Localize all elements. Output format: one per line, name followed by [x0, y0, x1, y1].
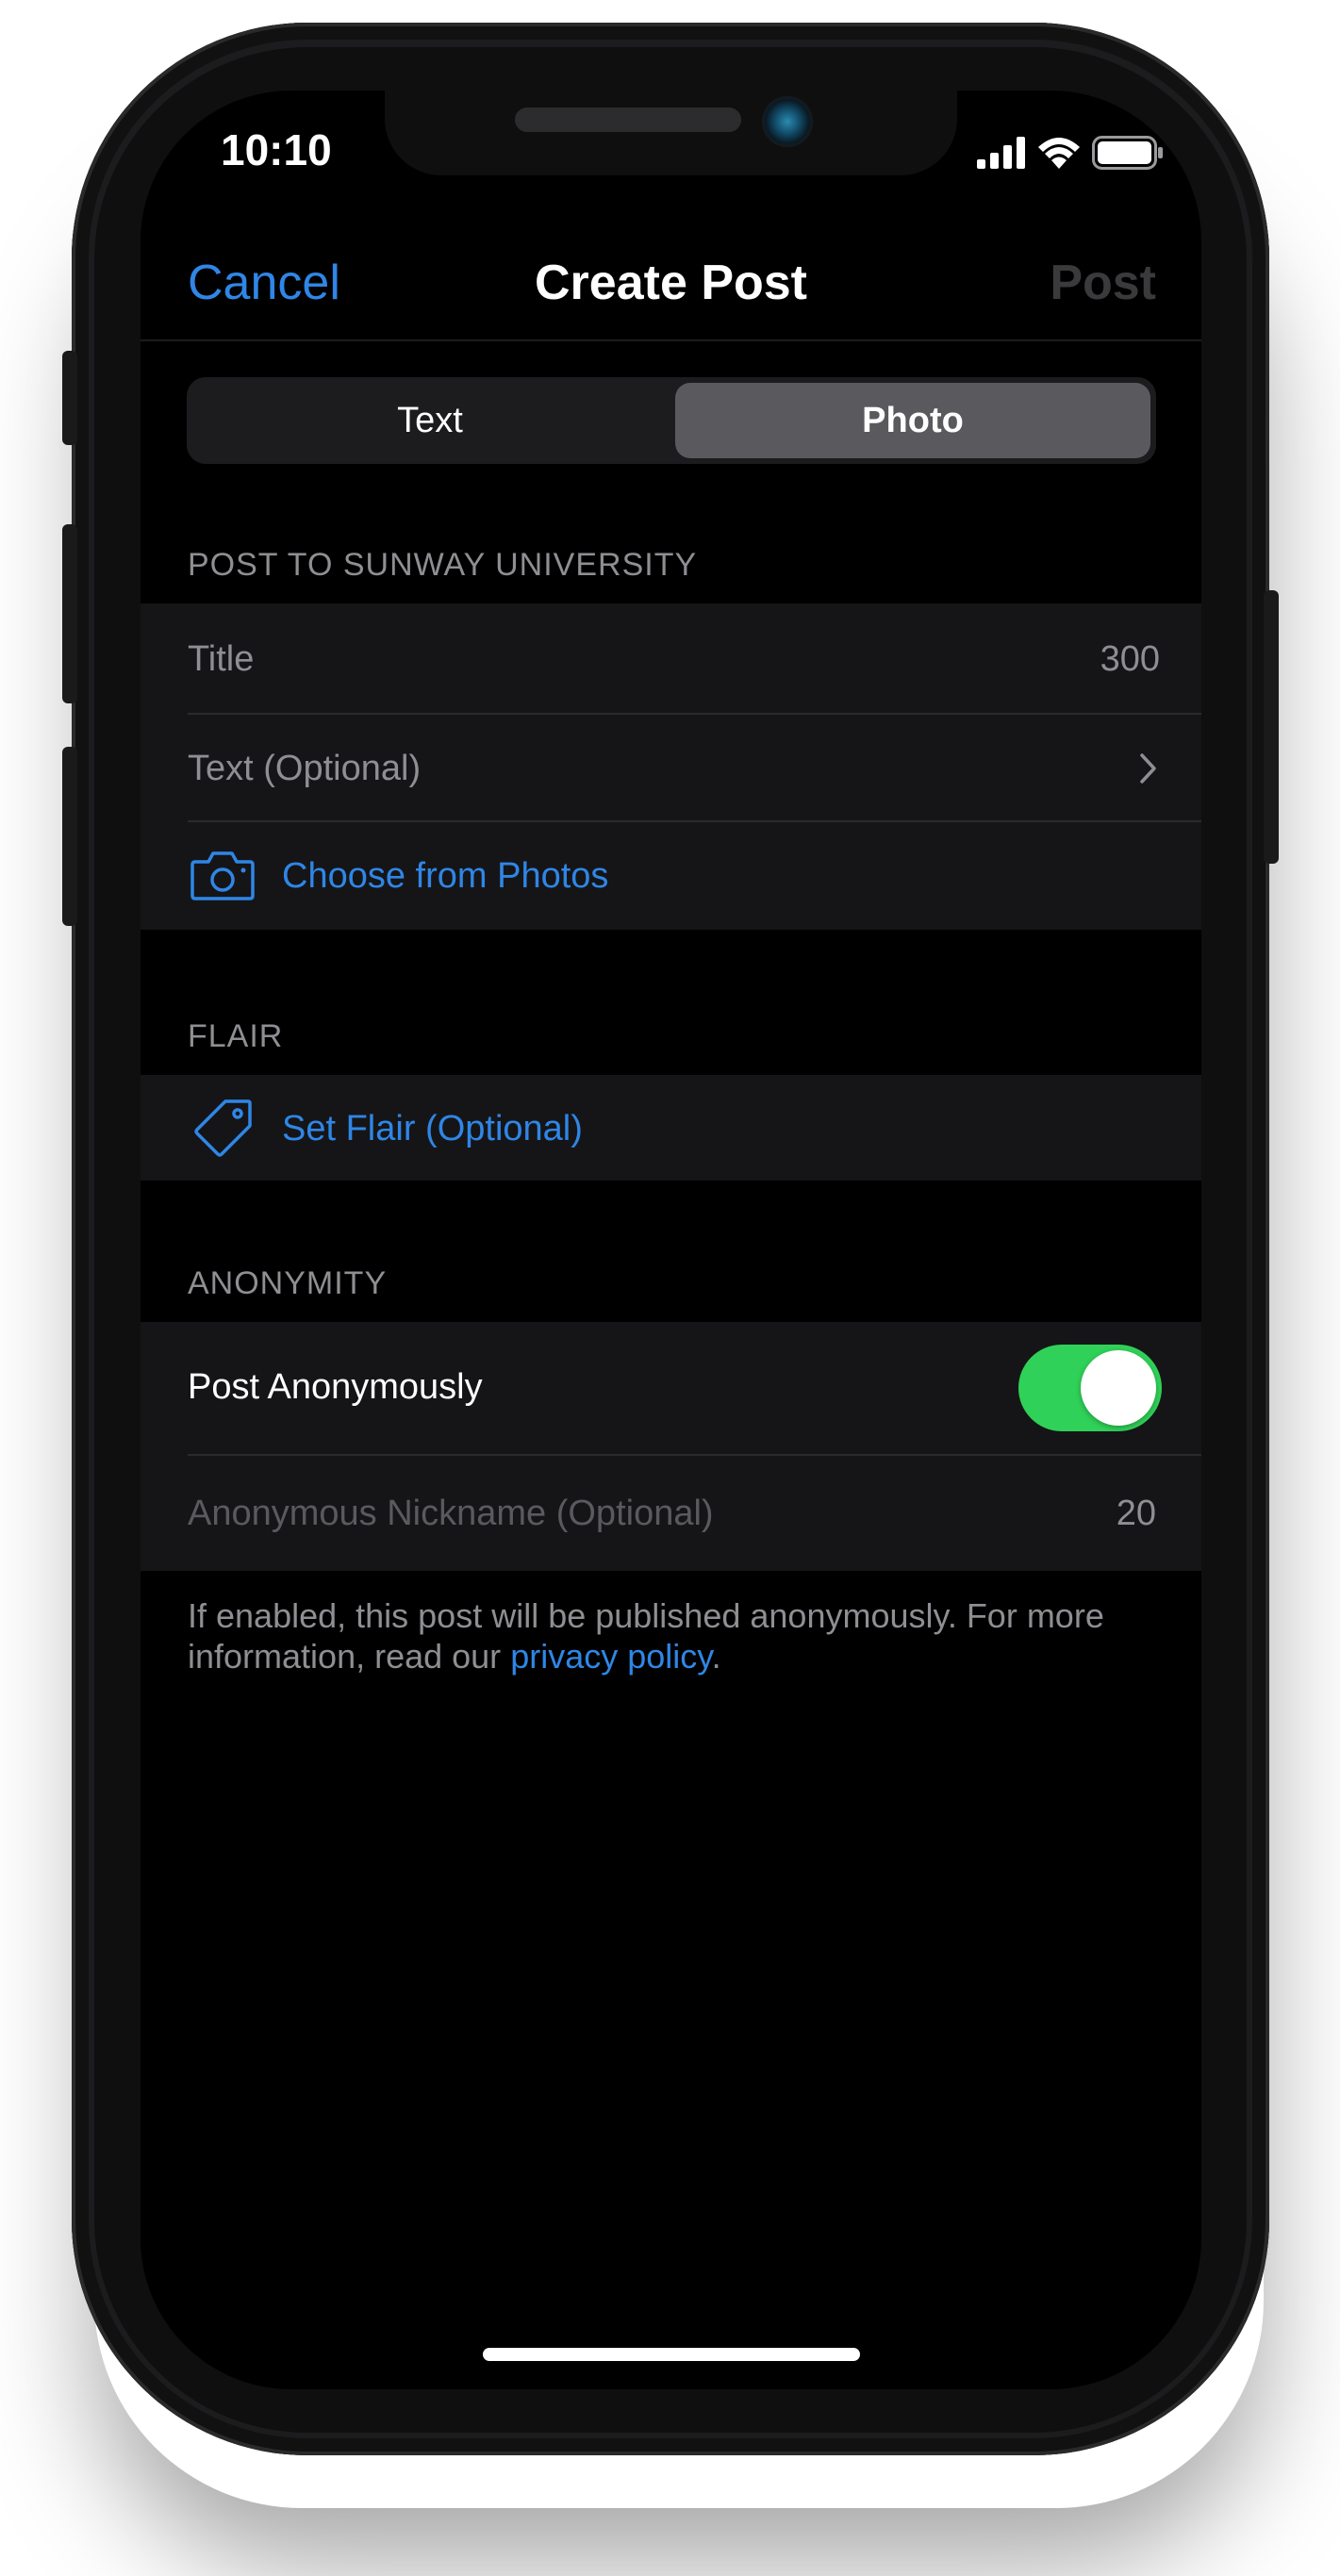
screen: 10:10 Cancel Create Post Post Text Photo… — [141, 91, 1201, 2389]
post-anonymously-label: Post Anonymously — [188, 1367, 483, 1407]
speaker — [515, 107, 741, 132]
tag-icon — [194, 1099, 252, 1157]
footnote-period: . — [711, 1637, 721, 1676]
mute-switch — [62, 351, 77, 445]
battery-icon — [1092, 136, 1163, 170]
post-section-group: Title 300 Text (Optional) Choose from Ph… — [141, 603, 1201, 930]
post-type-segmented-control: Text Photo — [187, 377, 1156, 464]
nickname-char-count: 20 — [1116, 1494, 1156, 1533]
set-flair-row[interactable]: Set Flair (Optional) — [141, 1075, 1201, 1181]
anonymity-section-header: ANONYMITY — [188, 1265, 388, 1301]
anonymity-footnote: If enabled, this post will be published … — [188, 1595, 1159, 1676]
nickname-placeholder: Anonymous Nickname (Optional) — [188, 1494, 714, 1533]
post-anonymously-row: Post Anonymously — [141, 1322, 1201, 1454]
privacy-policy-link[interactable]: privacy policy — [510, 1637, 711, 1676]
flair-section-group: Set Flair (Optional) — [141, 1075, 1201, 1181]
post-section-header: POST TO SUNWAY UNIVERSITY — [188, 547, 698, 583]
chevron-right-icon — [1140, 753, 1156, 784]
home-indicator[interactable] — [483, 2348, 860, 2361]
status-time: 10:10 — [221, 125, 332, 174]
volume-up-button — [62, 524, 77, 703]
front-camera — [762, 96, 813, 147]
title-field[interactable]: Title 300 — [141, 603, 1201, 713]
text-field-placeholder: Text (Optional) — [188, 749, 422, 788]
nav-divider — [141, 339, 1201, 341]
anonymous-nickname-field[interactable]: Anonymous Nickname (Optional) 20 — [141, 1456, 1201, 1571]
set-flair-label: Set Flair (Optional) — [282, 1109, 583, 1148]
segment-photo[interactable]: Photo — [675, 383, 1150, 458]
navigation-bar: Cancel Create Post Post — [141, 232, 1201, 336]
post-anonymously-toggle[interactable] — [1018, 1345, 1162, 1431]
page-title: Create Post — [535, 256, 807, 310]
volume-down-button — [62, 747, 77, 926]
title-char-count: 300 — [1100, 639, 1160, 679]
notch — [385, 91, 957, 175]
status-icons — [977, 136, 1164, 170]
anonymity-section-group: Post Anonymously Anonymous Nickname (Opt… — [141, 1322, 1201, 1571]
segment-text[interactable]: Text — [192, 383, 668, 458]
title-field-placeholder: Title — [188, 639, 255, 679]
power-button — [1264, 590, 1279, 864]
choose-from-photos-row[interactable]: Choose from Photos — [141, 822, 1201, 930]
text-field-row[interactable]: Text (Optional) — [141, 715, 1201, 820]
toggle-knob — [1081, 1350, 1156, 1426]
camera-icon — [190, 851, 255, 900]
flair-section-header: FLAIR — [188, 1018, 284, 1054]
post-button[interactable]: Post — [1050, 255, 1156, 311]
choose-from-photos-label: Choose from Photos — [282, 856, 609, 896]
cellular-signal-icon — [977, 137, 1025, 169]
wifi-icon — [1038, 138, 1080, 169]
